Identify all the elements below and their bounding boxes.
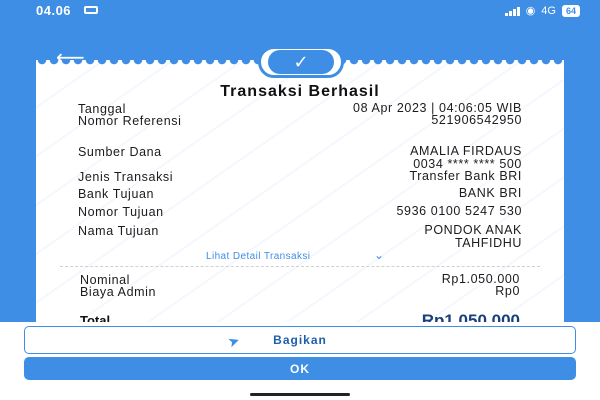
row-label: Sumber Dana <box>78 145 162 159</box>
row-value: Rp0 <box>495 284 520 298</box>
divider <box>60 266 540 267</box>
row-label: Biaya Admin <box>80 285 157 299</box>
status-time: 04.06 <box>36 3 72 18</box>
wifi-icon: ◉ <box>525 5 536 17</box>
row-value: 5936 0100 5247 530 <box>396 204 522 218</box>
row-label: Nama Tujuan <box>78 224 159 238</box>
signal-icon <box>504 6 520 16</box>
network-label: 4G <box>541 4 556 17</box>
page-title: Transaksi Berhasil <box>220 83 380 100</box>
chevron-down-icon[interactable]: ⌄ <box>374 248 384 262</box>
share-button[interactable]: Bagikan <box>24 326 576 354</box>
row-value: Transfer Bank BRI <box>409 169 522 183</box>
sleep-icon <box>84 6 98 14</box>
battery-icon: 64 <box>561 4 580 17</box>
row-nama-tujuan: Nama Tujuan PONDOK ANAK TAHFIDHU <box>78 224 522 250</box>
row-label: Nomor Referensi <box>78 114 182 128</box>
row-label: Bank Tujuan <box>78 187 155 201</box>
row-value: BANK BRI <box>458 186 522 200</box>
check-icon: ✓ <box>268 50 334 74</box>
home-indicator <box>250 393 350 396</box>
status-indicators: ◉ 4G 64 <box>504 4 580 17</box>
row-value: AMALIA FIRDAUS 0034 **** **** 500 <box>410 145 522 171</box>
detail-transaction-link[interactable]: Lihat Detail Transaksi <box>206 251 310 262</box>
row-value: PONDOK ANAK TAHFIDHU <box>424 224 522 250</box>
row-label: Jenis Transaksi <box>78 170 174 184</box>
status-bar: 04.06 ◉ 4G 64 <box>0 0 600 22</box>
recipient-name-line2: TAHFIDHU <box>454 236 522 250</box>
ok-button-label: OK <box>290 361 310 376</box>
ok-button[interactable]: OK <box>24 357 576 380</box>
row-sumber-dana: Sumber Dana AMALIA FIRDAUS 0034 **** ***… <box>78 145 522 171</box>
share-button-label: Bagikan <box>273 333 327 347</box>
recipient-name-line1: PONDOK ANAK <box>424 223 522 237</box>
row-value: 521906542950 <box>431 113 522 127</box>
account-name: AMALIA FIRDAUS <box>410 144 522 158</box>
row-label: Nomor Tujuan <box>78 205 164 219</box>
